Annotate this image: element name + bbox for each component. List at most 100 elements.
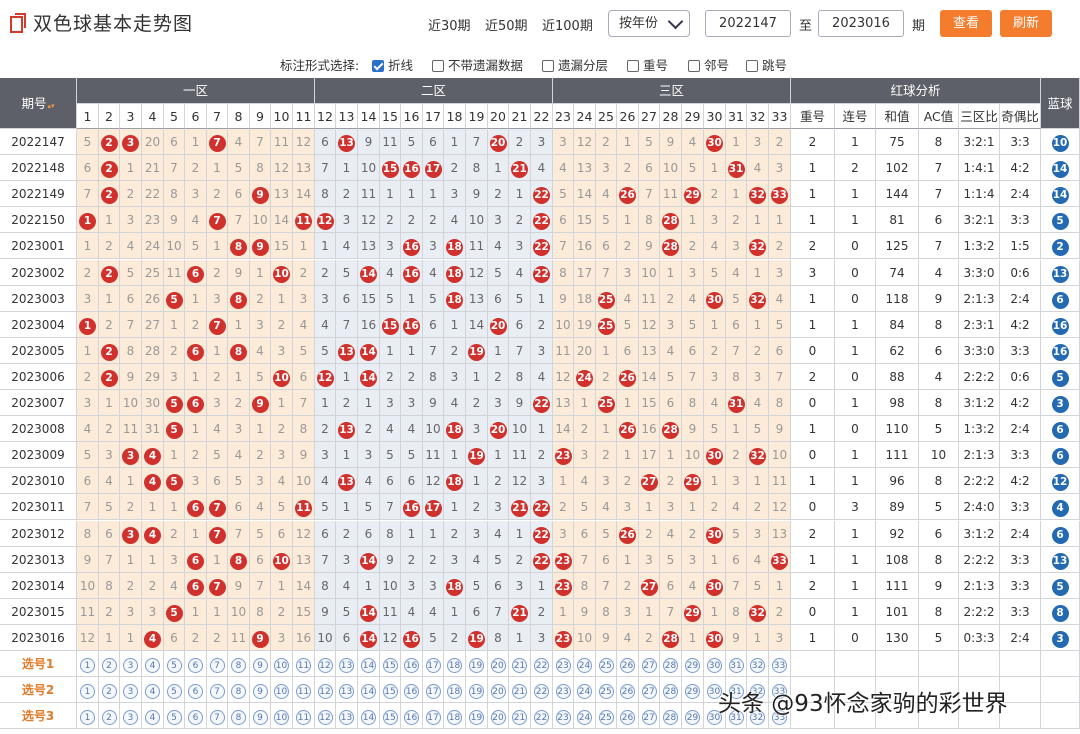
- pick-cell[interactable]: 25: [596, 651, 617, 677]
- end-issue-input[interactable]: 2023016: [818, 10, 904, 37]
- pick-cell[interactable]: 3: [120, 677, 142, 703]
- pick-ball-button[interactable]: 14: [361, 710, 376, 725]
- pick-ball-button[interactable]: 26: [620, 658, 635, 673]
- pick-ball-button[interactable]: 15: [382, 710, 398, 725]
- pick-cell[interactable]: 13: [336, 677, 358, 703]
- pick-ball-button[interactable]: 7: [209, 658, 225, 673]
- pick-cell[interactable]: 21: [509, 651, 531, 677]
- option-adjacent[interactable]: 邻号: [688, 55, 729, 74]
- pick-cell[interactable]: 28: [660, 651, 682, 677]
- pick-ball-button[interactable]: 29: [685, 684, 700, 699]
- view-button[interactable]: 查看: [940, 10, 992, 37]
- pick-cell[interactable]: 20: [488, 703, 509, 729]
- pick-ball-button[interactable]: 27: [641, 684, 657, 699]
- checkbox-icon[interactable]: [542, 60, 554, 72]
- refresh-button[interactable]: 刷新: [1000, 10, 1052, 37]
- pick-ball-button[interactable]: 14: [361, 658, 376, 673]
- pick-ball-button[interactable]: 12: [317, 710, 333, 725]
- issue-header[interactable]: 期号▴▾: [0, 78, 77, 129]
- pick-cell[interactable]: 26: [617, 677, 639, 703]
- pick-ball-button[interactable]: 29: [685, 658, 700, 673]
- pick-ball-button[interactable]: 20: [490, 658, 506, 673]
- pick-ball-button[interactable]: 12: [317, 684, 333, 699]
- pick-cell[interactable]: 6: [185, 651, 207, 677]
- pick-cell[interactable]: 32: [747, 651, 769, 677]
- pick-ball-button[interactable]: 27: [641, 710, 657, 725]
- pick-ball-button[interactable]: 21: [512, 684, 527, 699]
- pick-ball-button[interactable]: 33: [772, 658, 787, 673]
- pick-ball-button[interactable]: 10: [274, 658, 289, 673]
- pick-ball-button[interactable]: 22: [534, 658, 549, 673]
- link-recent-50[interactable]: 近50期: [485, 15, 528, 34]
- pick-ball-button[interactable]: 16: [404, 658, 419, 673]
- pick-cell[interactable]: 10: [271, 703, 293, 729]
- pick-cell[interactable]: 4: [142, 703, 164, 729]
- sort-icon[interactable]: ▴▾: [47, 102, 54, 110]
- option-repeat[interactable]: 重号: [627, 55, 668, 74]
- pick-cell[interactable]: 20: [488, 677, 509, 703]
- pick-ball-button[interactable]: 32: [750, 658, 765, 673]
- pick-ball-button[interactable]: 18: [447, 684, 462, 699]
- pick-cell[interactable]: 31: [726, 651, 747, 677]
- option-missing-layer[interactable]: 遗漏分层: [542, 55, 608, 74]
- pick-ball-button[interactable]: 8: [231, 658, 246, 673]
- pick-ball-button[interactable]: 20: [490, 710, 506, 725]
- pick-cell[interactable]: 12: [315, 703, 336, 729]
- pick-cell[interactable]: 33: [769, 651, 791, 677]
- pick-cell[interactable]: 19: [466, 703, 488, 729]
- pick-cell[interactable]: 5: [164, 651, 185, 677]
- pick-cell[interactable]: 2: [99, 677, 120, 703]
- pick-ball-button[interactable]: 6: [188, 684, 203, 699]
- pick-cell[interactable]: 4: [142, 677, 164, 703]
- pick-cell[interactable]: 6: [185, 677, 207, 703]
- pick-ball-button[interactable]: 28: [663, 710, 678, 725]
- pick-cell[interactable]: 12: [315, 651, 336, 677]
- pick-ball-button[interactable]: 13: [339, 710, 354, 725]
- pick-cell[interactable]: 1: [77, 651, 99, 677]
- pick-cell[interactable]: 13: [336, 703, 358, 729]
- pick-ball-button[interactable]: 23: [555, 710, 571, 725]
- pick-ball-button[interactable]: 15: [382, 658, 398, 673]
- pick-cell[interactable]: 27: [639, 703, 660, 729]
- pick-cell[interactable]: 14: [358, 651, 380, 677]
- pick-cell[interactable]: 18: [444, 651, 466, 677]
- pick-cell[interactable]: 17: [423, 651, 444, 677]
- pick-cell[interactable]: 7: [207, 677, 228, 703]
- pick-ball-button[interactable]: 9: [252, 710, 268, 725]
- pick-ball-button[interactable]: 1: [80, 710, 95, 725]
- pick-cell[interactable]: 26: [617, 651, 639, 677]
- pick-ball-button[interactable]: 1: [80, 684, 95, 699]
- pick-cell[interactable]: 19: [466, 677, 488, 703]
- pick-cell[interactable]: 27: [639, 677, 660, 703]
- pick-cell[interactable]: 8: [228, 703, 250, 729]
- checkbox-icon[interactable]: [746, 60, 758, 72]
- pick-ball-button[interactable]: 4: [145, 684, 160, 699]
- pick-cell[interactable]: 9: [250, 677, 271, 703]
- pick-ball-button[interactable]: 13: [339, 684, 354, 699]
- pick-cell[interactable]: 8: [228, 651, 250, 677]
- pick-ball-button[interactable]: 5: [166, 684, 182, 699]
- pick-cell[interactable]: 21: [509, 677, 531, 703]
- pick-ball-button[interactable]: 6: [188, 658, 203, 673]
- pick-ball-button[interactable]: 23: [555, 684, 571, 699]
- pick-ball-button[interactable]: 26: [620, 684, 635, 699]
- pick-cell[interactable]: 22: [531, 703, 553, 729]
- pick-ball-button[interactable]: 4: [145, 658, 160, 673]
- pick-ball-button[interactable]: 25: [598, 658, 614, 673]
- pick-ball-button[interactable]: 10: [274, 684, 289, 699]
- pick-cell[interactable]: 24: [574, 677, 596, 703]
- pick-ball-button[interactable]: 9: [252, 684, 268, 699]
- pick-cell[interactable]: 5: [164, 677, 185, 703]
- option-line[interactable]: 折线: [372, 55, 413, 74]
- pick-cell[interactable]: 22: [531, 651, 553, 677]
- pick-ball-button[interactable]: 8: [231, 684, 246, 699]
- pick-ball-button[interactable]: 5: [166, 710, 182, 725]
- pick-cell[interactable]: 18: [444, 703, 466, 729]
- pick-ball-button[interactable]: 2: [101, 658, 117, 673]
- pick-cell[interactable]: 14: [358, 677, 380, 703]
- pick-cell[interactable]: 3: [120, 651, 142, 677]
- mode-select[interactable]: 按年份: [608, 10, 690, 37]
- pick-ball-button[interactable]: 11: [296, 684, 311, 699]
- pick-cell[interactable]: 7: [207, 651, 228, 677]
- pick-ball-button[interactable]: 30: [707, 658, 722, 673]
